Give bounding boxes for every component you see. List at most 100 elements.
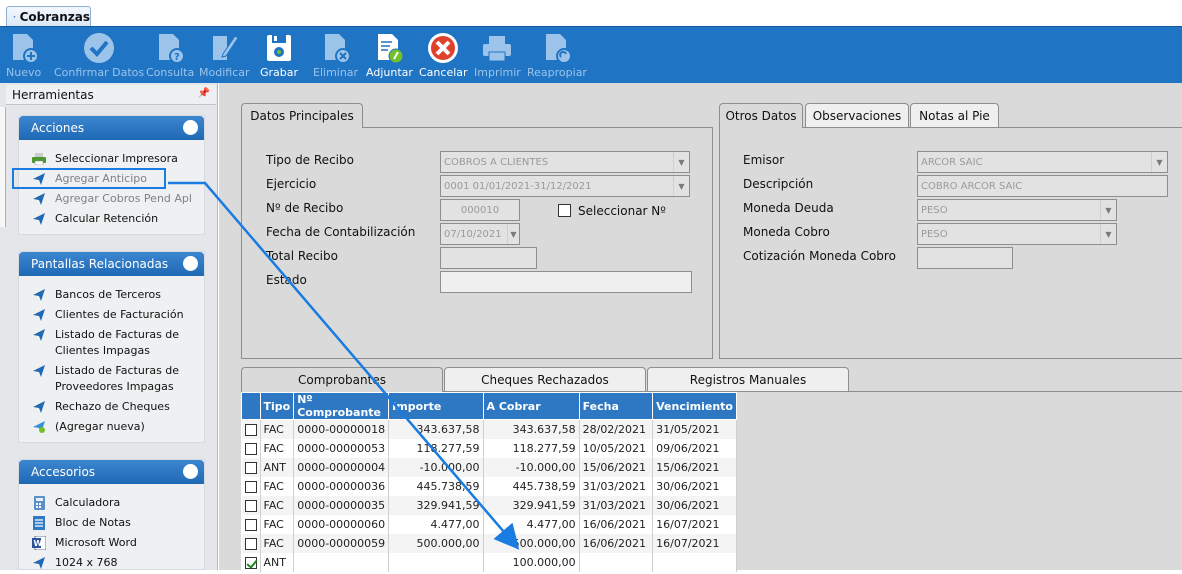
cell-tipo[interactable]: FAC [260,514,295,534]
cell-tipo[interactable]: FAC [260,495,295,515]
tab-otros-datos[interactable]: Otros Datos [719,103,803,128]
cell-comprobante[interactable]: 0000-00000035 [293,495,390,515]
cell-fecha[interactable]: 31/03/2021 [579,476,654,496]
tab-datos-principales[interactable]: Datos Principales [241,103,363,128]
cell-a-cobrar[interactable]: 329.941,59 [483,495,580,515]
comprobante-column-header[interactable]: Nº Comprobante [293,392,390,420]
modify-button[interactable]: Modificar [199,29,250,79]
cell-a-cobrar[interactable]: 500.000,00 [483,533,580,553]
third-party-banks-item[interactable]: Bancos de Terceros [19,286,204,306]
check-rejection-item[interactable]: Rechazo de Cheques [19,398,204,418]
cell-vencimiento[interactable]: 16/07/2021 [652,514,737,534]
cell-fecha[interactable]: 10/05/2021 [579,438,654,458]
row-checkbox[interactable] [244,518,257,531]
related-screens-group-title[interactable]: Pantallas Relacionadas [19,252,204,276]
cell-vencimiento[interactable]: 30/06/2021 [652,495,737,515]
tab-comprobantes[interactable]: Comprobantes [241,367,443,392]
cell-comprobante[interactable]: 0000-00000053 [293,438,390,458]
cell-importe[interactable] [388,552,484,572]
reassign-button[interactable]: Reapropiar [527,29,587,79]
fecha-contabilizacion-field[interactable]: 07/10/2021 ▼ [440,223,520,245]
cell-vencimiento[interactable]: 31/05/2021 [652,419,737,439]
notepad-item[interactable]: Bloc de Notas [19,514,204,534]
row-checkbox[interactable] [244,461,257,474]
cell-importe[interactable]: 118.277,59 [388,438,484,458]
cell-a-cobrar[interactable]: 100.000,00 [483,552,580,572]
query-button[interactable]: ? Consulta [146,29,194,79]
cell-vencimiento[interactable]: 15/06/2021 [652,457,737,477]
tipo-column-header[interactable]: Tipo [259,392,295,420]
row-checkbox[interactable] [244,442,257,455]
cell-comprobante[interactable] [293,552,390,572]
fecha-column-header[interactable]: Fecha [578,392,654,420]
new-button[interactable]: Nuevo [6,29,41,79]
table-row[interactable]: FAC 0000-00000053 118.277,59 118.277,59 10/0… [241,438,737,458]
table-row[interactable]: FAC 0000-00000059 500.000,00 500.000,00 16/0… [241,533,737,553]
cell-vencimiento[interactable]: 30/06/2021 [652,476,737,496]
cell-importe[interactable]: 445.738,59 [388,476,484,496]
vencimiento-column-header[interactable]: Vencimiento [652,392,737,420]
emisor-select[interactable]: ARCOR SAIC ▼ [917,151,1168,173]
attach-button[interactable]: Adjuntar [366,29,413,79]
importe-column-header[interactable]: Importe [388,392,484,420]
unpaid-supplier-invoices-item[interactable]: Listado de Facturas de Proveedores Impag… [19,362,204,398]
pin-icon[interactable]: 📌 [198,88,210,99]
a-cobrar-column-header[interactable]: A Cobrar [482,392,580,420]
cell-fecha[interactable]: 15/06/2021 [579,457,654,477]
descripcion-field[interactable]: COBRO ARCOR SAIC [917,175,1168,197]
cell-vencimiento[interactable]: 09/06/2021 [652,438,737,458]
moneda-deuda-select[interactable]: PESO ▼ [917,199,1117,221]
cobranzas-tab[interactable]: Cobranzas [6,6,91,26]
tipo-recibo-select[interactable]: COBROS A CLIENTES ▼ [440,151,690,173]
resolution-item[interactable]: 1024 x 768 [19,554,204,574]
cell-a-cobrar[interactable]: -10.000,00 [483,457,580,477]
confirm-data-button[interactable]: Confirmar Datos [54,29,144,79]
cell-comprobante[interactable]: 0000-00000018 [293,419,390,439]
cell-a-cobrar[interactable]: 343.637,58 [483,419,580,439]
moneda-cobro-select[interactable]: PESO ▼ [917,223,1117,245]
calculate-withholding-item[interactable]: Calcular Retención [19,210,204,230]
cell-tipo[interactable]: ANT [260,552,295,572]
table-row[interactable]: FAC 0000-00000018 343.637,58 343.637,58 28/0… [241,419,737,439]
cell-comprobante[interactable]: 0000-00000059 [293,533,390,553]
billing-clients-item[interactable]: Clientes de Facturación [19,306,204,326]
cell-tipo[interactable]: FAC [260,476,295,496]
cell-tipo[interactable]: FAC [260,438,295,458]
calculator-item[interactable]: Calculadora [19,494,204,514]
delete-button[interactable]: Eliminar [313,29,358,79]
estado-field[interactable] [440,271,692,293]
cell-tipo[interactable]: FAC [260,419,295,439]
unpaid-client-invoices-item[interactable]: Listado de Facturas de Clientes Impagas [19,326,204,362]
cell-importe[interactable]: 4.477,00 [388,514,484,534]
cell-a-cobrar[interactable]: 118.277,59 [483,438,580,458]
tab-notas-al-pie[interactable]: Notas al Pie [910,103,999,127]
cell-fecha[interactable] [579,552,654,572]
collapse-icon[interactable] [183,464,198,479]
table-row[interactable]: FAC 0000-00000060 4.477,00 4.477,00 16/06/20… [241,514,737,534]
row-checkbox[interactable] [244,537,257,550]
select-printer-item[interactable]: Seleccionar Impresora [19,150,204,170]
add-pending-collections-item[interactable]: Agregar Cobros Pend Apl [19,190,204,210]
tab-registros-manuales[interactable]: Registros Manuales [647,367,849,391]
cell-importe[interactable]: 329.941,59 [388,495,484,515]
accessories-group-title[interactable]: Accesorios [19,460,204,484]
collapse-icon[interactable] [183,256,198,271]
table-row[interactable]: ANT 0000-00000004 -10.000,00 -10.000,00 15/0… [241,457,737,477]
cell-importe[interactable]: -10.000,00 [388,457,484,477]
cell-fecha[interactable]: 16/06/2021 [579,514,654,534]
actions-group-title[interactable]: Acciones [19,116,204,140]
cell-a-cobrar[interactable]: 445.738,59 [483,476,580,496]
cell-tipo[interactable]: FAC [260,533,295,553]
recibo-number-field[interactable]: 000010 [440,199,520,221]
row-checkbox[interactable] [244,480,257,493]
cell-importe[interactable]: 500.000,00 [388,533,484,553]
seleccionar-numero-checkbox[interactable] [558,204,571,217]
cell-a-cobrar[interactable]: 4.477,00 [483,514,580,534]
cell-vencimiento[interactable]: 16/07/2021 [652,533,737,553]
cell-tipo[interactable]: ANT [260,457,295,477]
cell-comprobante[interactable]: 0000-00000004 [293,457,390,477]
cotizacion-field[interactable] [917,247,1013,269]
row-checkbox[interactable] [244,499,257,512]
cell-fecha[interactable]: 31/03/2021 [579,495,654,515]
cell-comprobante[interactable]: 0000-00000060 [293,514,390,534]
